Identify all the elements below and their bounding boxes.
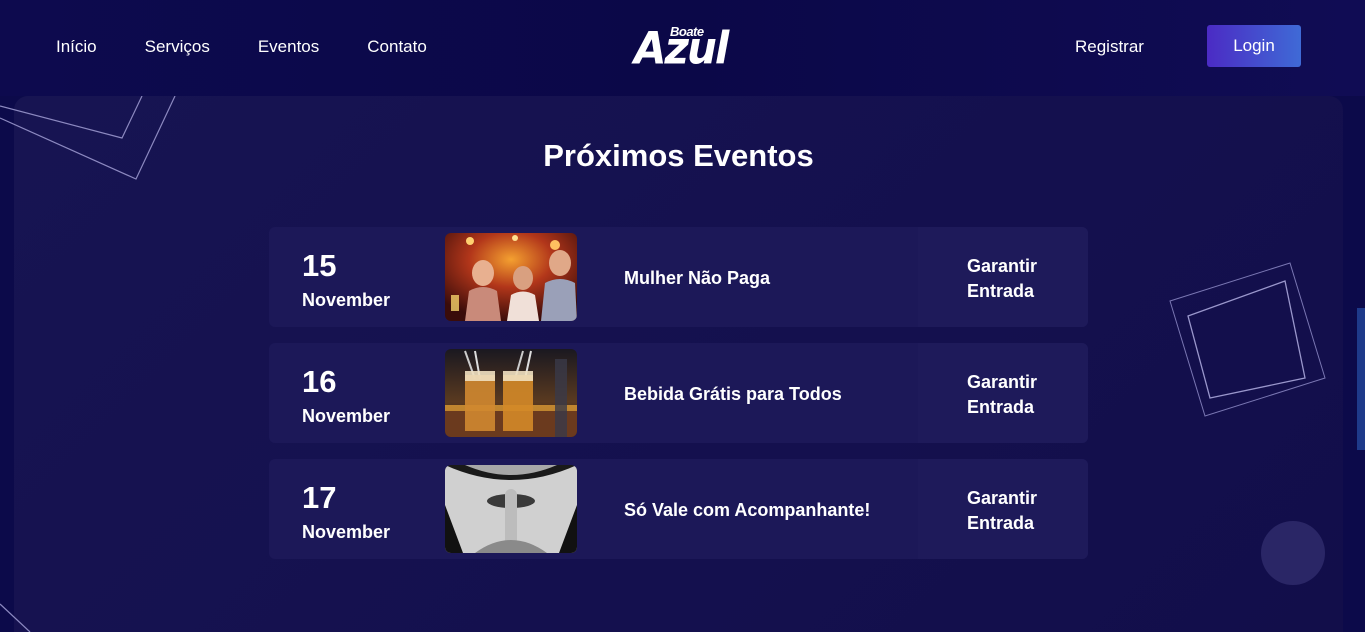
cta-line: Garantir: [967, 488, 1038, 508]
page-title: Próximos Eventos: [543, 138, 814, 173]
cta-line: Entrada: [967, 281, 1035, 301]
logo-main-text: Azul: [634, 22, 729, 75]
top-navbar: Início Serviços Eventos Contato Boate Az…: [0, 0, 1365, 96]
event-month: November: [302, 290, 391, 310]
main-nav: Início Serviços Eventos Contato: [56, 36, 475, 58]
event-day: 15: [302, 248, 337, 283]
event-row: 15 November Mulher Não Paga Garantir Ent…: [269, 227, 1088, 327]
register-link[interactable]: Registrar: [1075, 36, 1144, 58]
garantir-entrada-button[interactable]: Garantir Entrada: [967, 254, 1057, 304]
cta-line: Entrada: [967, 513, 1035, 533]
event-row: 17 November Só Vale com Acompanhante! Ga…: [269, 459, 1088, 559]
nav-link-inicio[interactable]: Início: [56, 36, 97, 58]
garantir-entrada-button[interactable]: Garantir Entrada: [967, 486, 1057, 536]
event-name: Mulher Não Paga: [624, 268, 771, 288]
event-month: November: [302, 406, 391, 426]
party-crowd-image: [445, 233, 577, 321]
cta-line: Garantir: [967, 256, 1038, 276]
cta-line: Entrada: [967, 397, 1035, 417]
event-day: 17: [302, 480, 337, 515]
nav-link-eventos[interactable]: Eventos: [258, 36, 319, 58]
event-name: Bebida Grátis para Todos: [624, 384, 842, 404]
decorative-square-outline: [1169, 262, 1326, 417]
event-month: November: [302, 522, 391, 542]
nav-link-contato[interactable]: Contato: [367, 36, 427, 58]
event-row: 16 November Bebida Grátis para Todos Gar…: [269, 343, 1088, 443]
login-button[interactable]: Login: [1207, 25, 1301, 67]
cta-line: Garantir: [967, 372, 1038, 392]
nav-link-servicos[interactable]: Serviços: [145, 36, 210, 58]
scrollbar-thumb[interactable]: [1357, 308, 1365, 450]
cocktail-glasses-image: [445, 349, 577, 437]
shush-finger-lips-image: [445, 465, 577, 553]
floating-action-button[interactable]: [1261, 521, 1325, 585]
event-name: Só Vale com Acompanhante!: [624, 500, 871, 520]
event-day: 16: [302, 364, 337, 399]
site-logo[interactable]: Boate Azul: [632, 22, 729, 75]
decorative-line-bottom-left: [0, 603, 31, 632]
garantir-entrada-button[interactable]: Garantir Entrada: [967, 370, 1057, 420]
